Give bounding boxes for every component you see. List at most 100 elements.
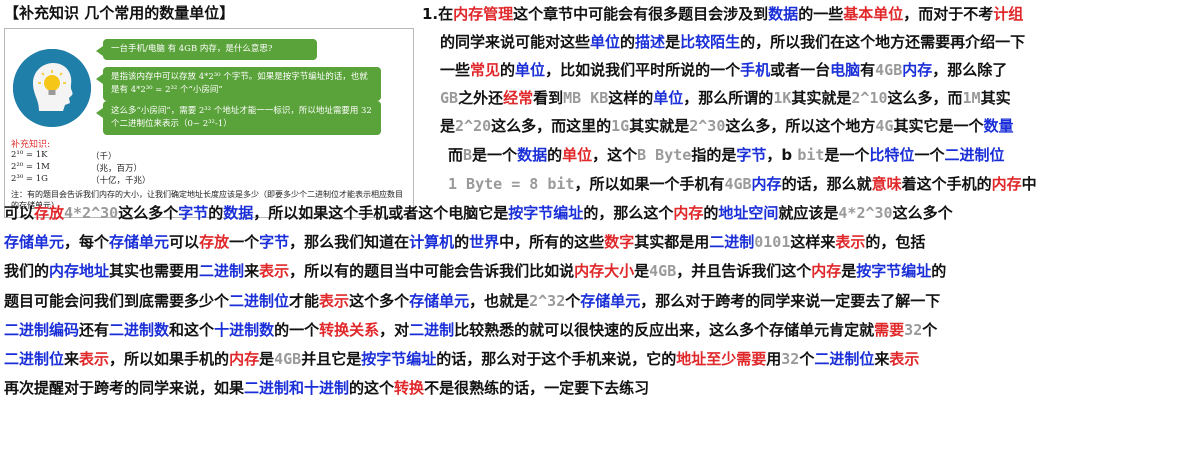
text-run: 二进制 bbox=[709, 233, 755, 251]
text-run: 数字 bbox=[604, 233, 635, 251]
text-run: 字节 bbox=[736, 146, 767, 164]
text-run: 内存 bbox=[991, 175, 1022, 193]
text-run: 内存大小 bbox=[574, 262, 635, 280]
address-bubble: 这么多“小房间”，需要 2³² 个地址才能一一标识，所以地址需要用 32 个二进… bbox=[96, 101, 381, 135]
text-run: 内存 bbox=[902, 61, 933, 79]
text-run: 数据 bbox=[517, 146, 548, 164]
text-run: 描述 bbox=[635, 33, 666, 51]
paragraph-line: 是2^20这么多，而这里的1G其实就是2^30这么多，所以这个地方4G其实它是一… bbox=[440, 116, 1013, 136]
answer-bubble: 是指该内存中可以存放 4*2³⁰ 个字节。如果是按字节编址的话，也就是有 4*2… bbox=[96, 67, 381, 101]
paragraph-line: 再次提醒对于跨考的同学来说，如果二进制和十进制的这个转换不是很熟练的话，一定要下… bbox=[4, 378, 649, 398]
text-run: 内存管理 bbox=[453, 5, 514, 23]
text-run: 的，所以我们在这个地方还需要再介绍一下 bbox=[740, 33, 1026, 51]
text-run: ，也就是 bbox=[469, 292, 530, 310]
text-run: 2^20 bbox=[455, 117, 492, 135]
text-run: ，并且告诉我们这个 bbox=[676, 262, 812, 280]
text-run: ，比如说我们平时所说的一个 bbox=[545, 61, 741, 79]
text-run: 需要 bbox=[874, 321, 905, 339]
text-run: 的 bbox=[500, 61, 516, 79]
text-run: 不是很熟练的话，一定要下去练习 bbox=[424, 379, 650, 397]
paragraph-line: 题目可能会问我们到底需要多少个二进制位才能表示这个多个存储单元，也就是2^32个… bbox=[4, 291, 940, 311]
text-run: 而 bbox=[448, 146, 464, 164]
text-run: 表示 bbox=[259, 262, 290, 280]
text-run: 其实就是 bbox=[629, 117, 690, 135]
text-run: 是 bbox=[259, 350, 275, 368]
text-run: 存放 bbox=[34, 204, 65, 222]
text-run: 的一个 bbox=[274, 321, 320, 339]
text-run: 存储单元 bbox=[580, 292, 641, 310]
text-run: 这样来 bbox=[790, 233, 836, 251]
text-run: 4GB bbox=[875, 61, 903, 79]
text-run: 看到 bbox=[533, 89, 564, 107]
text-run: 这么多，而这里的 bbox=[491, 117, 612, 135]
text-run: ，所以如果手机的 bbox=[109, 350, 230, 368]
paragraph-line: 二进制位来表示，所以如果手机的内存是4GB并且它是按字节编址的话，那么对于这个手… bbox=[4, 349, 919, 369]
text-run: 1 Byte = 8 bit bbox=[448, 175, 575, 193]
text-run: 着这个手机的 bbox=[901, 175, 992, 193]
text-run: 中 bbox=[1021, 175, 1037, 193]
text-run: 1.在 bbox=[422, 5, 454, 23]
text-run: B Byte bbox=[637, 146, 692, 164]
text-run: 单位 bbox=[515, 61, 546, 79]
knowledge-figure: 一台手机/电脑 有 4GB 内存，是什么意思? 是指该内存中可以存放 4*2³⁰… bbox=[4, 28, 414, 218]
text-run: 的 bbox=[620, 33, 636, 51]
paragraph-line: 1.在内存管理这个章节中可能会有很多题目会涉及到数据的一些基本单位，而对于不考计… bbox=[422, 4, 1023, 24]
conversion-g: 2³⁰ = 1G bbox=[11, 174, 48, 184]
text-run: 表示 bbox=[889, 350, 920, 368]
paragraph-line: 而B是一个数据的单位，这个B Byte指的是字节，b bit是一个比特位一个二进… bbox=[448, 145, 1004, 165]
text-run: 32 bbox=[904, 321, 923, 339]
paragraph-line: 我们的内存地址其实也需要用二进制来表示，所以有的题目当中可能会告诉我们比如说内存… bbox=[4, 261, 946, 281]
text-run: 比较熟悉的就可以很快速的反应出来，这么多个存储单元肯定就 bbox=[454, 321, 875, 339]
text-run: 是 bbox=[665, 33, 681, 51]
text-run: MB KB bbox=[563, 89, 609, 107]
text-run: 是一个 bbox=[472, 146, 518, 164]
conversion-m: 2²⁰ = 1M bbox=[11, 162, 50, 172]
text-run: 1G bbox=[611, 117, 630, 135]
text-run: 是 bbox=[440, 117, 456, 135]
text-run: ，那么我们知道在 bbox=[289, 233, 410, 251]
text-run: 中，所有的这些 bbox=[499, 233, 605, 251]
text-run: 其实 bbox=[980, 89, 1011, 107]
text-run: 一些 bbox=[440, 61, 471, 79]
text-run: 存储单元 bbox=[109, 233, 170, 251]
text-run: 的同学来说可能对这些 bbox=[440, 33, 591, 51]
text-run: 转换 bbox=[394, 379, 425, 397]
text-run: 按字节编址 bbox=[361, 350, 437, 368]
text-run: 4*2^30 bbox=[838, 204, 893, 222]
text-run: 之外还 bbox=[458, 89, 504, 107]
text-run: 按字节编址 bbox=[856, 262, 932, 280]
text-run: 这么多个 bbox=[892, 204, 953, 222]
text-run: 题目可能会问我们到底需要多少个 bbox=[4, 292, 230, 310]
conversion-k: 2¹⁰ = 1K bbox=[11, 150, 48, 160]
text-run: 内存地址 bbox=[49, 262, 110, 280]
text-run: 的，那么这个 bbox=[583, 204, 674, 222]
text-run: 意味 bbox=[871, 175, 902, 193]
text-run: 地址至少需要 bbox=[676, 350, 767, 368]
text-run: 其实它是一个 bbox=[893, 117, 984, 135]
question-bubble: 一台手机/电脑 有 4GB 内存，是什么意思? bbox=[96, 39, 317, 60]
text-run: ，所以如果一个手机有 bbox=[574, 175, 725, 193]
text-run: 4GB bbox=[649, 262, 677, 280]
text-run: 的一些 bbox=[798, 5, 844, 23]
text-run: 二进制和十进制 bbox=[244, 379, 350, 397]
text-run: 的 bbox=[547, 146, 563, 164]
text-run: 或者一台 bbox=[770, 61, 831, 79]
text-run: 内存 bbox=[811, 262, 842, 280]
text-run: 的 bbox=[931, 262, 947, 280]
text-run: 字节 bbox=[259, 233, 290, 251]
text-run: 经常 bbox=[503, 89, 534, 107]
text-run: 转换关系 bbox=[319, 321, 380, 339]
text-run: ，这个 bbox=[592, 146, 638, 164]
lightbulb-head-icon bbox=[13, 49, 91, 127]
text-run: 数据 bbox=[223, 204, 254, 222]
text-run: 单位 bbox=[653, 89, 684, 107]
text-run: 的话，那么就 bbox=[781, 175, 872, 193]
text-run: 有 bbox=[860, 61, 876, 79]
text-run: 二进制数 bbox=[109, 321, 170, 339]
text-run: 2^30 bbox=[689, 117, 726, 135]
text-run: ，所以有的题目当中可能会告诉我们比如说 bbox=[289, 262, 575, 280]
text-run: 的 bbox=[703, 204, 719, 222]
text-run: 这个多个 bbox=[349, 292, 410, 310]
text-run: 可以 bbox=[4, 204, 35, 222]
text-run: 个 bbox=[799, 350, 815, 368]
